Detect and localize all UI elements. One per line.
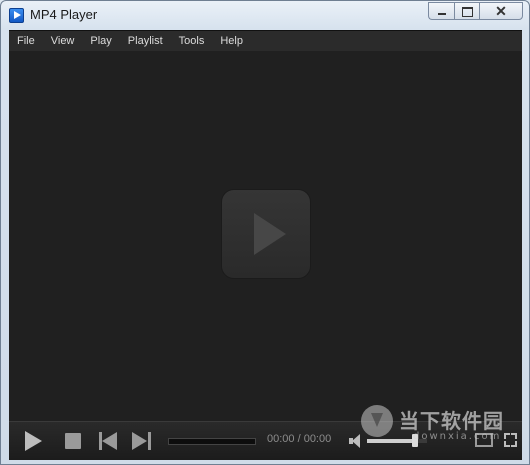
volume-slider[interactable] [367, 439, 427, 443]
window-controls: ✕ [428, 2, 523, 21]
control-bar: 00:00 / 00:00 [9, 421, 522, 460]
big-play-icon[interactable] [222, 190, 310, 278]
menu-play[interactable]: Play [82, 31, 119, 52]
time-display: 00:00 / 00:00 [267, 433, 332, 445]
fullscreen-icon[interactable] [504, 433, 517, 447]
volume-fill [367, 439, 415, 443]
menu-bar: File View Play Playlist Tools Help [9, 30, 522, 52]
menu-tools[interactable]: Tools [171, 31, 213, 52]
next-track-icon[interactable] [132, 432, 151, 450]
window-title: MP4 Player [30, 7, 98, 22]
title-bar[interactable]: MP4 Player ✕ [1, 1, 529, 30]
app-play-icon [9, 8, 24, 23]
stop-icon[interactable] [65, 433, 81, 449]
window-mode-icon[interactable] [475, 433, 493, 447]
video-area[interactable] [9, 51, 522, 421]
close-icon: ✕ [495, 3, 507, 19]
close-button[interactable]: ✕ [479, 2, 523, 20]
menu-view[interactable]: View [43, 31, 83, 52]
minimize-button[interactable] [428, 2, 454, 20]
volume-icon[interactable] [349, 434, 363, 448]
menu-playlist[interactable]: Playlist [120, 31, 171, 52]
seek-bar[interactable] [168, 438, 256, 445]
previous-track-icon[interactable] [99, 432, 118, 450]
menu-file[interactable]: File [9, 31, 43, 52]
volume-knob[interactable] [412, 434, 418, 447]
menu-help[interactable]: Help [212, 31, 251, 52]
play-icon[interactable] [25, 431, 42, 451]
maximize-button[interactable] [454, 2, 479, 20]
app-window: MP4 Player ✕ File View Play Playlist Too… [0, 0, 530, 465]
